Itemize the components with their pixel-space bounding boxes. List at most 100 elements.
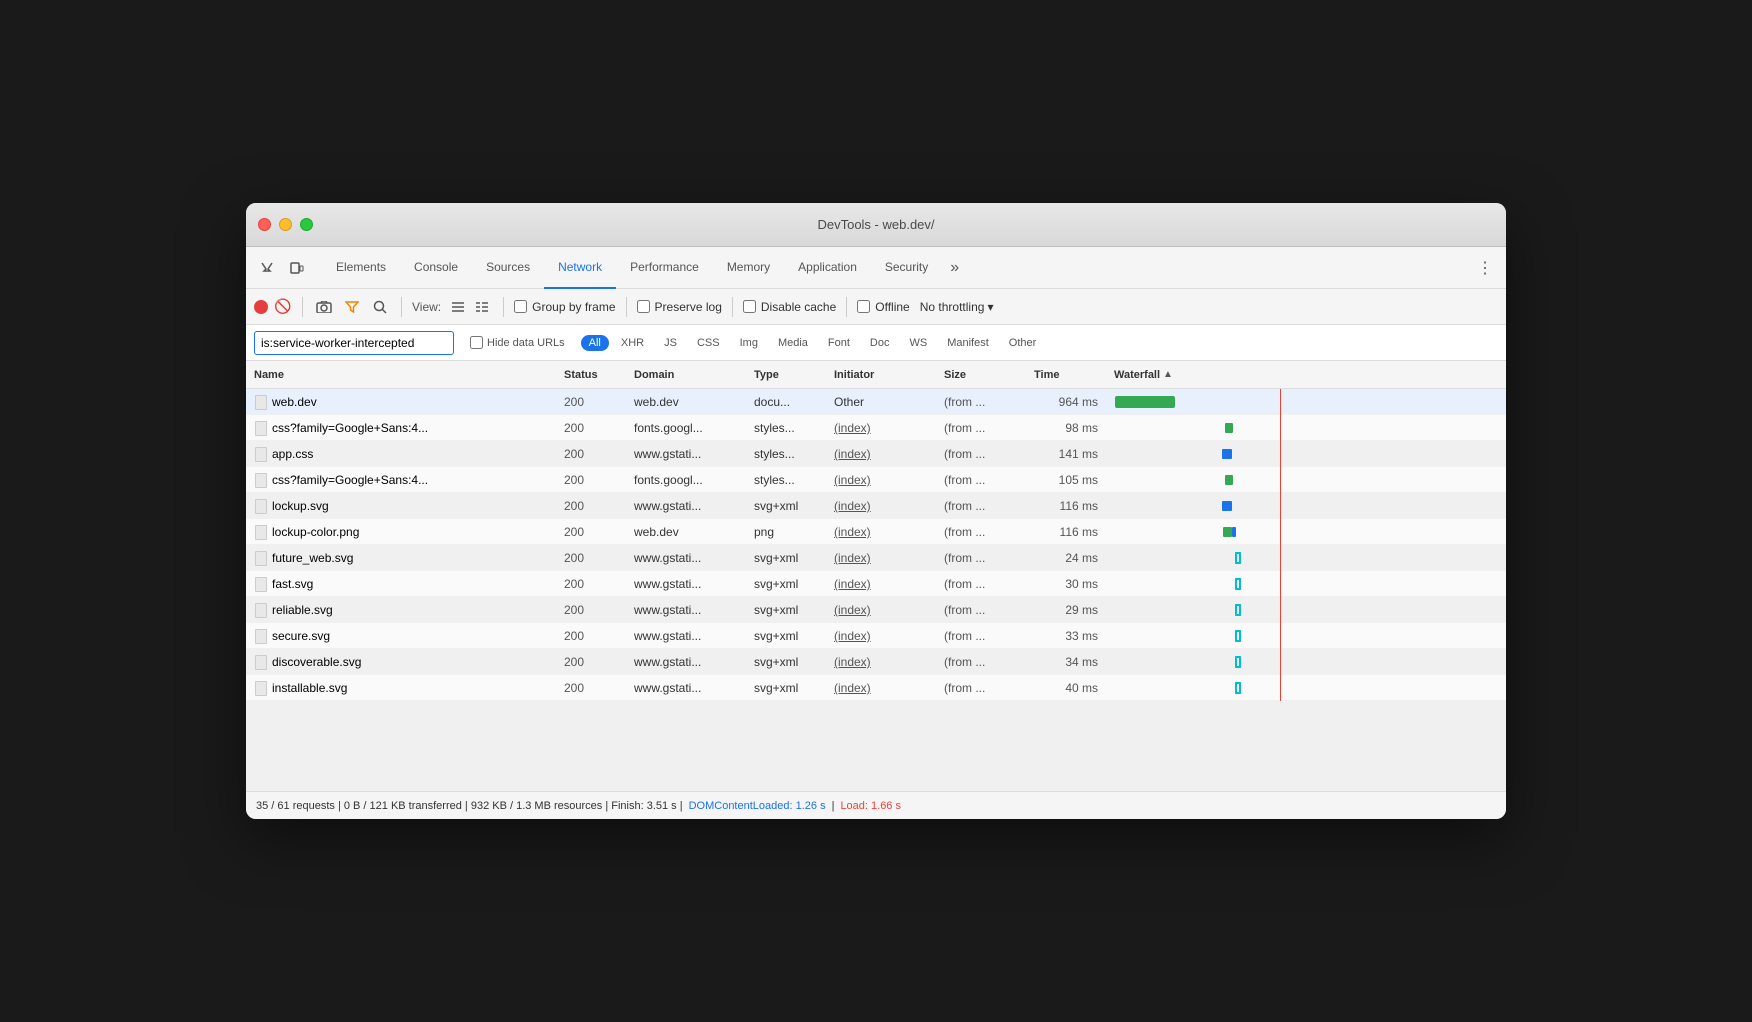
header-size[interactable]: Size [936,369,1026,381]
table-row[interactable]: css?family=Google+Sans:4... 200fonts.goo… [246,467,1506,493]
devtools-menu-button[interactable]: ⋮ [1472,255,1498,281]
view-label: View: [412,300,441,314]
red-vertical-line [1280,519,1281,545]
header-initiator[interactable]: Initiator [826,369,936,381]
table-row[interactable]: lockup.svg 200www.gstati...svg+xml(index… [246,493,1506,519]
waterfall-bar [1106,571,1476,597]
disable-cache-checkbox[interactable]: Disable cache [743,300,836,314]
tab-performance[interactable]: Performance [616,247,713,289]
statusbar-text: 35 / 61 requests | 0 B / 121 KB transfer… [256,800,683,812]
waterfall-bar [1106,649,1476,675]
table-row[interactable]: discoverable.svg 200www.gstati...svg+xml… [246,649,1506,675]
filter-icon-button[interactable] [341,296,363,318]
filter-ws[interactable]: WS [901,335,935,351]
waterfall-bar [1106,675,1476,701]
table-row[interactable]: installable.svg 200www.gstati...svg+xml(… [246,675,1506,701]
close-button[interactable] [258,218,271,231]
table-row[interactable]: secure.svg 200www.gstati...svg+xml(index… [246,623,1506,649]
waterfall-bar [1106,597,1476,623]
header-domain[interactable]: Domain [626,369,746,381]
red-vertical-line [1280,493,1281,519]
red-vertical-line [1280,545,1281,571]
header-type[interactable]: Type [746,369,826,381]
table-row[interactable]: web.dev 200web.devdocu...Other(from ...9… [246,389,1506,415]
filter-xhr[interactable]: XHR [613,335,652,351]
window-title: DevTools - web.dev/ [817,217,934,232]
sort-icon: ▲ [1163,369,1173,380]
red-vertical-line [1280,441,1281,467]
record-button[interactable] [254,300,268,314]
tab-elements[interactable]: Elements [322,247,400,289]
filter-img[interactable]: Img [732,335,766,351]
filter-manifest[interactable]: Manifest [939,335,997,351]
filter-font[interactable]: Font [820,335,858,351]
network-toolbar: 🚫 View: [246,289,1506,325]
table-row[interactable]: css?family=Google+Sans:4... 200fonts.goo… [246,415,1506,441]
throttle-dropdown[interactable]: No throttling ▾ [916,298,998,316]
filter-other[interactable]: Other [1001,335,1045,351]
tab-network[interactable]: Network [544,247,616,289]
toolbar-divider-2 [401,297,402,317]
search-icon-button[interactable] [369,296,391,318]
inspect-icon[interactable] [254,255,280,281]
table-row[interactable]: lockup-color.png 200web.devpng(index)(fr… [246,519,1506,545]
file-icon [254,602,268,618]
file-icon [254,576,268,592]
header-name[interactable]: Name [246,369,556,381]
waterfall-bar [1106,389,1476,415]
file-icon [254,524,268,540]
tab-sources[interactable]: Sources [472,247,544,289]
filter-input[interactable] [254,331,454,355]
header-time[interactable]: Time [1026,369,1106,381]
devtools-window: DevTools - web.dev/ Elements Console [246,203,1506,819]
filter-chips: All XHR JS CSS Img Media Font Doc WS Man… [581,335,1045,351]
table-row[interactable]: fast.svg 200www.gstati...svg+xml(index)(… [246,571,1506,597]
preserve-log-checkbox[interactable]: Preserve log [637,300,722,314]
filter-all[interactable]: All [581,335,609,351]
tab-application[interactable]: Application [784,247,871,289]
waterfall-bar [1106,519,1476,545]
list-view-button[interactable] [447,296,469,318]
tab-memory[interactable]: Memory [713,247,784,289]
waterfall-bar [1106,467,1476,493]
filter-bar: Hide data URLs All XHR JS CSS Img Media … [246,325,1506,361]
filter-doc[interactable]: Doc [862,335,898,351]
network-table-container: Name Status Domain Type Initiator Size T… [246,361,1506,791]
file-icon [254,472,268,488]
toolbar-divider-6 [846,297,847,317]
filter-js[interactable]: JS [656,335,685,351]
filter-media[interactable]: Media [770,335,816,351]
toolbar-divider-5 [732,297,733,317]
toolbar-divider-4 [626,297,627,317]
tab-console[interactable]: Console [400,247,472,289]
table-row[interactable]: reliable.svg 200www.gstati...svg+xml(ind… [246,597,1506,623]
clear-button[interactable]: 🚫 [274,298,292,316]
file-icon [254,680,268,696]
red-vertical-line [1280,571,1281,597]
group-by-frame-checkbox[interactable]: Group by frame [514,300,615,314]
device-toggle-icon[interactable] [284,255,310,281]
hide-data-urls-checkbox[interactable]: Hide data URLs [462,334,573,351]
table-row[interactable]: future_web.svg 200www.gstati...svg+xml(i… [246,545,1506,571]
waterfall-bar [1106,441,1476,467]
camera-button[interactable] [313,296,335,318]
dom-content-loaded: DOMContentLoaded: 1.26 s [689,800,826,812]
maximize-button[interactable] [300,218,313,231]
offline-checkbox[interactable]: Offline [857,300,909,314]
file-icon [254,394,268,410]
detail-view-button[interactable] [471,296,493,318]
file-icon [254,446,268,462]
waterfall-bar [1106,493,1476,519]
red-vertical-line [1280,623,1281,649]
table-header: Name Status Domain Type Initiator Size T… [246,361,1506,389]
header-status[interactable]: Status [556,369,626,381]
header-waterfall[interactable]: Waterfall ▲ [1106,369,1476,381]
table-row[interactable]: app.css 200www.gstati...styles...(index)… [246,441,1506,467]
minimize-button[interactable] [279,218,292,231]
filter-css[interactable]: CSS [689,335,728,351]
tab-security[interactable]: Security [871,247,942,289]
view-buttons [447,296,493,318]
titlebar: DevTools - web.dev/ [246,203,1506,247]
more-tabs-button[interactable]: » [942,247,967,289]
red-vertical-line [1280,597,1281,623]
